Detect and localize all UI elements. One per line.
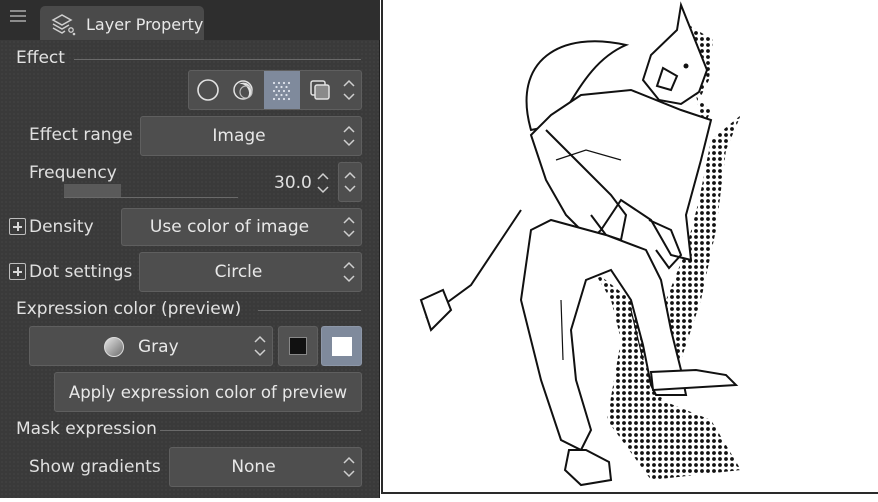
density-label: Density <box>29 217 94 237</box>
apply-expression-color-label: Apply expression color of preview <box>68 383 348 402</box>
canvas-frame <box>381 0 878 494</box>
section-divider <box>74 59 361 60</box>
expression-section-header: Expression color (preview) <box>8 299 361 321</box>
tone-effect-icon <box>272 81 291 101</box>
effect-range-value: Image <box>212 126 266 146</box>
tone-effect-button[interactable] <box>264 71 300 109</box>
section-divider <box>160 430 361 431</box>
dot-settings-expand-icon[interactable] <box>9 263 26 280</box>
gray-color-icon <box>104 337 124 357</box>
mask-section-header: Mask expression <box>8 419 361 441</box>
dot-settings-value: Circle <box>214 262 263 282</box>
tab-layer-property[interactable]: Layer Property <box>40 6 204 40</box>
density-dropdown[interactable]: Use color of image <box>121 208 362 246</box>
expression-section-label: Expression color (preview) <box>16 299 242 319</box>
show-gradients-dropdown[interactable]: None <box>169 447 362 487</box>
section-divider <box>258 310 361 311</box>
white-swatch-fill <box>332 337 352 356</box>
tab-label: Layer Property <box>86 15 204 34</box>
layer-color-button[interactable] <box>303 73 337 107</box>
chevron-updown-icon <box>343 261 355 283</box>
frequency-step-button[interactable] <box>338 162 362 202</box>
effect-scroll-chevron-icon[interactable] <box>342 76 356 104</box>
frequency-slider[interactable] <box>64 184 238 198</box>
chevron-updown-icon <box>344 171 356 193</box>
layer-property-panel: Layer Property Effect Effect range Image… <box>0 0 380 498</box>
show-gradients-value: None <box>231 457 276 477</box>
panel-titlebar: Layer Property <box>0 0 380 40</box>
chevron-updown-icon <box>343 125 355 147</box>
chevron-updown-icon <box>343 216 355 238</box>
circle-effect-icon <box>197 79 219 101</box>
layer-property-icon <box>51 14 76 36</box>
frequency-label: Frequency <box>29 163 117 183</box>
black-color-swatch[interactable] <box>278 326 318 366</box>
effect-section-header: Effect <box>8 48 361 70</box>
chevron-updown-icon <box>343 456 355 478</box>
white-color-swatch[interactable] <box>321 326 362 366</box>
frequency-value[interactable]: 30.0 <box>274 173 312 193</box>
apply-expression-color-button[interactable]: Apply expression color of preview <box>54 372 362 412</box>
expression-color-value: Gray <box>138 337 179 357</box>
frequency-spinner-icon[interactable] <box>315 168 331 198</box>
chevron-updown-icon <box>254 335 266 357</box>
panel-menu-icon[interactable] <box>10 10 26 24</box>
effect-range-dropdown[interactable]: Image <box>140 116 362 156</box>
dot-settings-label: Dot settings <box>29 262 133 282</box>
dot-settings-dropdown[interactable]: Circle <box>139 252 362 292</box>
effect-range-label: Effect range <box>29 125 133 145</box>
effect-type-selector <box>188 70 362 110</box>
black-swatch-fill <box>289 337 307 355</box>
layer-color-icon <box>310 80 330 100</box>
density-value: Use color of image <box>149 217 310 237</box>
border-effect-button[interactable] <box>227 73 261 107</box>
show-gradients-label: Show gradients <box>29 457 161 477</box>
effect-section-label: Effect <box>16 48 65 68</box>
frequency-slider-fill <box>64 184 122 197</box>
expression-color-dropdown[interactable]: Gray <box>29 326 273 366</box>
mask-section-label: Mask expression <box>16 419 157 439</box>
density-expand-icon[interactable] <box>9 218 26 235</box>
circle-effect-button[interactable] <box>191 73 225 107</box>
border-effect-icon <box>233 80 253 100</box>
